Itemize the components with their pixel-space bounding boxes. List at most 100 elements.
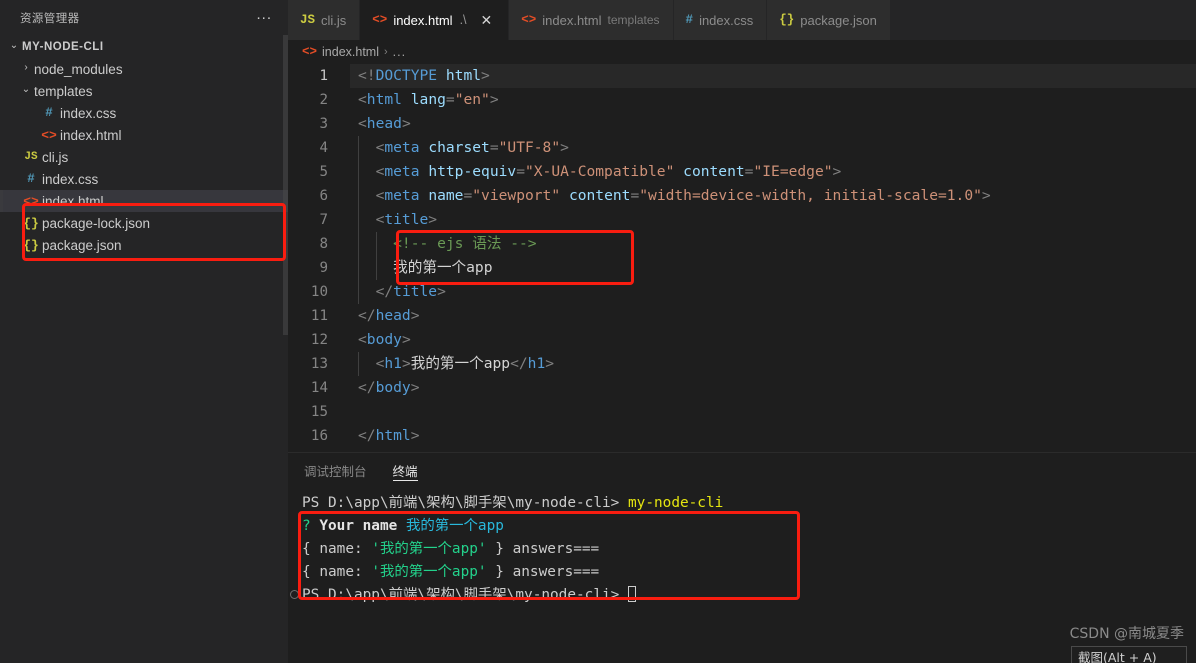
tree-item-package-lock-json[interactable]: {} package-lock.json xyxy=(0,212,288,234)
code-line-text: <title> xyxy=(350,208,1196,232)
tree-item-node_modules[interactable]: › node_modules xyxy=(0,58,288,80)
html-file-icon: <> xyxy=(372,13,388,27)
terminal-line: { name: '我的第一个app' } answers=== xyxy=(302,561,1196,584)
code-token: < xyxy=(358,331,367,348)
editor-tab-index-html[interactable]: <> index.html .\ ✕ xyxy=(360,0,510,40)
css-file-icon: # xyxy=(27,172,35,186)
tree-item-my-node-cli[interactable]: ⌄ MY-NODE-CLI xyxy=(0,36,288,58)
code-token: < xyxy=(358,163,385,180)
code-token: head xyxy=(375,307,411,324)
code-token: > xyxy=(437,283,446,300)
code-token: > xyxy=(489,91,499,108)
line-number: 5 xyxy=(319,164,328,180)
screenshot-tooltip-label: 截图(Alt + A) xyxy=(1078,650,1157,663)
code-token: charset xyxy=(428,139,490,156)
terminal-output[interactable]: PS D:\app\前端\架构\脚手架\my-node-cli> my-node… xyxy=(288,488,1196,607)
code-token: < xyxy=(358,91,367,108)
code-token: title xyxy=(384,211,429,228)
tree-item-label: index.css xyxy=(60,105,117,121)
editor-tab-package-json[interactable]: {} package.json xyxy=(767,0,891,40)
code-token: < xyxy=(358,211,385,228)
tree-item-index-html[interactable]: <> index.html xyxy=(0,190,288,212)
code-line-text: <body> xyxy=(350,328,1196,352)
breadcrumb-overflow[interactable]: ... xyxy=(393,45,406,59)
panel-tab-terminal[interactable]: 终端 xyxy=(392,453,418,488)
tree-item-package-json[interactable]: {} package.json xyxy=(0,234,288,256)
breadcrumb-file[interactable]: index.html xyxy=(322,45,379,59)
screenshot-tooltip: 截图(Alt + A) xyxy=(1071,646,1187,663)
line-number: 6 xyxy=(319,188,328,204)
code-line-text: 我的第一个app xyxy=(350,256,1196,280)
tree-item-label: index.html xyxy=(60,127,122,143)
code-token: h1 xyxy=(527,355,546,372)
close-icon[interactable]: ✕ xyxy=(478,11,496,29)
code-token: </ xyxy=(358,307,376,324)
editor-tab-cli-js[interactable]: JS cli.js xyxy=(288,0,361,40)
terminal-cursor xyxy=(628,586,636,602)
code-line-text: <meta http-equiv="X-UA-Compatible" conte… xyxy=(350,160,1196,184)
code-token: = xyxy=(489,139,499,156)
tree-item-index-css[interactable]: # index.css xyxy=(0,168,288,190)
editor-tab-index-css[interactable]: # index.css xyxy=(673,0,768,40)
code-line-text: </html> xyxy=(350,424,1196,448)
code-token: > xyxy=(428,211,438,228)
code-editor[interactable]: 1 <!DOCTYPE html> 2 <html lang="en"> 3 <head>… xyxy=(288,64,1196,452)
explorer-header: 资源管理器 ... xyxy=(0,0,288,35)
line-number: 14 xyxy=(310,380,328,396)
line-number: 9 xyxy=(319,260,328,276)
code-line: 12 <body> xyxy=(288,328,1196,352)
code-line: 15 xyxy=(288,400,1196,424)
chevron-right-icon: › xyxy=(384,46,388,58)
code-line-text: <meta charset="UTF-8"> xyxy=(350,136,1196,160)
terminal-text: Your name xyxy=(319,518,406,534)
code-token: </ xyxy=(358,427,376,444)
code-token: < xyxy=(358,115,367,132)
tree-item-index-css[interactable]: # index.css xyxy=(0,102,288,124)
editor-tab-index-html[interactable]: <> index.html templates xyxy=(509,0,674,40)
html-file-icon: <> xyxy=(23,193,39,209)
file-tree: ⌄ MY-NODE-CLI › node_modules ⌄ templates # inde… xyxy=(0,35,288,256)
panel-tab-debug-console[interactable]: 调试控制台 xyxy=(304,453,367,488)
terminal-line: ? Your name 我的第一个app xyxy=(302,515,1196,538)
code-token: </ xyxy=(510,355,528,372)
code-token: > xyxy=(401,115,411,132)
js-file-icon: JS xyxy=(300,13,316,27)
code-token: http-equiv xyxy=(428,163,517,180)
editor-area: JS cli.js <> index.html .\ ✕ <> index.html templ… xyxy=(288,0,1196,663)
code-line: 11 </head> xyxy=(288,304,1196,328)
code-token: > xyxy=(410,307,420,324)
terminal-text: '我的第一个app' xyxy=(371,564,487,580)
code-token: "IE=edge" xyxy=(753,163,833,180)
breadcrumb: <> index.html › ... xyxy=(288,40,1196,64)
chevron-down-icon[interactable]: ⌄ xyxy=(18,85,34,95)
code-token: > xyxy=(981,187,991,204)
code-token: > xyxy=(410,379,420,396)
line-number: 7 xyxy=(319,212,328,228)
code-token: <! xyxy=(358,67,376,84)
chevron-right-icon[interactable]: › xyxy=(18,63,34,73)
tree-item-cli-js[interactable]: JS cli.js xyxy=(0,146,288,168)
tree-item-label: package-lock.json xyxy=(42,215,151,231)
tree-item-templates[interactable]: ⌄ templates xyxy=(0,80,288,102)
code-token: = xyxy=(630,187,640,204)
code-token: head xyxy=(366,115,402,132)
code-token: meta xyxy=(384,187,420,204)
code-line: 13 <h1>我的第一个app</h1> xyxy=(288,352,1196,376)
terminal-text: { name: xyxy=(302,564,372,580)
code-line: 14 </body> xyxy=(288,376,1196,400)
chevron-down-icon[interactable]: ⌄ xyxy=(6,41,22,51)
vscode-window: 资源管理器 ... ⌄ MY-NODE-CLI › node_modules ⌄ temp… xyxy=(0,0,1196,663)
code-line: 1 <!DOCTYPE html> xyxy=(288,64,1196,88)
code-token: 我的第一个 xyxy=(410,355,484,372)
code-token: meta xyxy=(384,163,420,180)
code-token: body xyxy=(366,331,402,348)
tree-item-index-html[interactable]: <> index.html xyxy=(0,124,288,146)
line-number: 10 xyxy=(310,284,328,300)
code-line-text: <html lang="en"> xyxy=(350,88,1196,112)
explorer-more-actions-icon[interactable]: ... xyxy=(252,7,276,26)
